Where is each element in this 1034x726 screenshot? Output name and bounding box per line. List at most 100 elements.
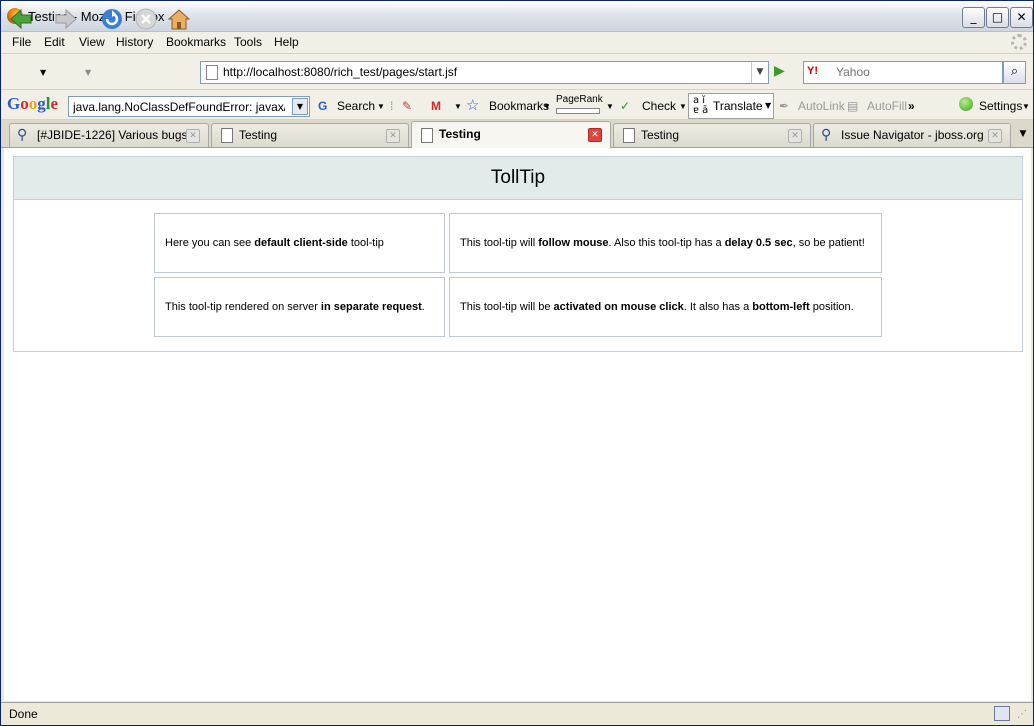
cell-text: This tool-tip rendered on server: [165, 301, 321, 313]
tooltip-cell-follow[interactable]: This tool-tip will follow mouse. Also th…: [449, 213, 882, 273]
status-text: Done: [9, 707, 38, 721]
go-button[interactable]: ▶: [774, 63, 792, 81]
minimize-button[interactable]: _: [962, 7, 985, 28]
reload-icon[interactable]: [100, 7, 124, 31]
tab-jbide[interactable]: ⚲ [#JBIDE-1226] Various bugs... ✕: [9, 123, 209, 147]
stop-icon[interactable]: [134, 7, 158, 31]
google-logo[interactable]: Google: [7, 94, 58, 114]
url-input[interactable]: [223, 64, 743, 80]
page-icon: [206, 65, 218, 80]
close-tab-icon[interactable]: ✕: [386, 129, 400, 143]
google-query-input[interactable]: [73, 99, 285, 114]
cell-text: This tool-tip will be: [460, 301, 554, 313]
resize-grip-icon[interactable]: ⋰: [1017, 709, 1027, 720]
cell-bold-text: activated on mouse click: [553, 301, 684, 313]
autofill-button[interactable]: AutoFill: [867, 99, 907, 113]
menu-view[interactable]: View: [79, 35, 105, 49]
cell-text: , so be patient!: [792, 237, 865, 249]
gmail-dropdown-icon[interactable]: ▼: [454, 102, 462, 111]
panel-title: TollTip: [14, 157, 1022, 200]
menu-edit[interactable]: Edit: [44, 35, 65, 49]
bookmarks-dropdown-icon[interactable]: ▼: [543, 102, 551, 111]
menu-bookmarks[interactable]: Bookmarks: [166, 35, 226, 49]
page-icon: [421, 128, 433, 143]
forward-arrow-icon[interactable]: [54, 7, 78, 31]
search-engine-icon[interactable]: Y!: [807, 65, 833, 79]
cell-text: This tool-tip will: [460, 237, 539, 249]
cell-text: .: [421, 301, 425, 313]
forward-dropdown-icon[interactable]: ▼: [85, 68, 91, 77]
status-green-icon: [959, 97, 973, 111]
pagerank-bar: [556, 108, 600, 114]
all-tabs-dropdown-icon[interactable]: ▼: [1014, 123, 1032, 146]
google-search-field[interactable]: ▼: [68, 96, 310, 117]
url-history-dropdown[interactable]: ▼: [751, 62, 768, 83]
home-icon[interactable]: [167, 7, 191, 31]
news-icon[interactable]: ✎: [402, 99, 412, 113]
google-search-dropdown-icon[interactable]: ▼: [377, 102, 385, 111]
close-tab-icon[interactable]: ✕: [988, 129, 1002, 143]
star-icon[interactable]: ☆: [466, 96, 479, 114]
cell-text: position.: [809, 301, 854, 313]
page-icon: [221, 128, 233, 143]
check-dropdown-icon[interactable]: ▼: [679, 102, 687, 111]
close-tab-icon[interactable]: ✕: [588, 128, 602, 142]
throbber-icon: [1011, 34, 1027, 50]
bookmarks-button[interactable]: Bookmarks: [489, 99, 549, 113]
tooltip-cell-server[interactable]: This tool-tip rendered on server in sepa…: [154, 277, 445, 337]
menu-help[interactable]: Help: [274, 35, 299, 49]
page-info-icon[interactable]: [994, 706, 1010, 721]
check-button[interactable]: Check: [642, 99, 676, 113]
google-query-dropdown[interactable]: ▼: [292, 98, 308, 115]
spellcheck-icon[interactable]: ✓: [620, 99, 630, 113]
back-arrow-icon[interactable]: [9, 7, 33, 31]
settings-button[interactable]: Settings: [979, 99, 1022, 113]
close-tab-icon[interactable]: ✕: [186, 129, 200, 143]
browser-window: Testing - Mozilla Firefox _ □ ✕ File Edi…: [0, 0, 1034, 726]
translate-button[interactable]: a ĭɐ ā Translate ▼: [688, 93, 774, 119]
translate-icon: a ĭɐ ā: [693, 95, 709, 116]
page-icon: [623, 128, 635, 143]
gmail-icon[interactable]: M: [431, 99, 441, 113]
tab-label: [#JBIDE-1226] Various bugs...: [37, 128, 198, 142]
tab-testing-active[interactable]: Testing ✕: [411, 121, 611, 148]
tab-testing-3[interactable]: Testing ✕: [613, 123, 811, 147]
autolink-icon[interactable]: ✒: [779, 99, 789, 113]
tooltip-panel: TollTip Here you can see default client-…: [13, 156, 1023, 352]
cell-bold-text: follow mouse: [538, 237, 609, 249]
status-bar: Done ⋰: [1, 702, 1033, 725]
google-search-button[interactable]: Search: [337, 99, 375, 113]
tab-testing-1[interactable]: Testing ✕: [211, 123, 409, 147]
tab-label: Issue Navigator - jboss.org ...: [841, 128, 998, 142]
menu-history[interactable]: History: [116, 35, 153, 49]
cell-bold-text: delay 0.5 sec: [724, 237, 793, 249]
menu-file[interactable]: File: [12, 35, 31, 49]
jboss-icon: ⚲: [821, 127, 832, 143]
autolink-button[interactable]: AutoLink: [798, 99, 845, 113]
tooltip-cell-click[interactable]: This tool-tip will be activated on mouse…: [449, 277, 882, 337]
search-input[interactable]: [836, 64, 996, 80]
cell-text: tool-tip: [347, 237, 384, 249]
close-button[interactable]: ✕: [1010, 7, 1033, 28]
more-chevron-icon[interactable]: »: [908, 99, 915, 113]
search-magnifier-icon[interactable]: ⌕: [1003, 61, 1026, 84]
tooltip-cell-default[interactable]: Here you can see default client-side too…: [154, 213, 445, 273]
close-tab-icon[interactable]: ✕: [788, 129, 802, 143]
autofill-icon[interactable]: ▤: [847, 99, 858, 113]
settings-dropdown-icon[interactable]: ▼: [1022, 102, 1030, 111]
cell-bold-text: bottom-left: [752, 301, 810, 313]
tab-issue-navigator[interactable]: ⚲ Issue Navigator - jboss.org ... ✕: [813, 123, 1011, 147]
back-dropdown-icon[interactable]: ▼: [40, 68, 46, 77]
cell-text: . Also this tool-tip has a: [608, 237, 725, 249]
search-box[interactable]: Y!: [803, 61, 1003, 84]
maximize-button[interactable]: □: [986, 7, 1009, 28]
google-g-icon[interactable]: G: [318, 99, 327, 113]
cell-text: . It also has a: [683, 301, 753, 313]
translate-dropdown-icon[interactable]: ▼: [765, 101, 771, 110]
menu-tools[interactable]: Tools: [234, 35, 262, 49]
tab-label: Testing: [239, 128, 278, 142]
pagerank-dropdown-icon[interactable]: ▼: [606, 102, 614, 111]
separator-icon: ⁞: [390, 99, 394, 113]
pagerank-label: PageRank: [556, 94, 603, 105]
address-bar[interactable]: ▼: [200, 61, 769, 84]
